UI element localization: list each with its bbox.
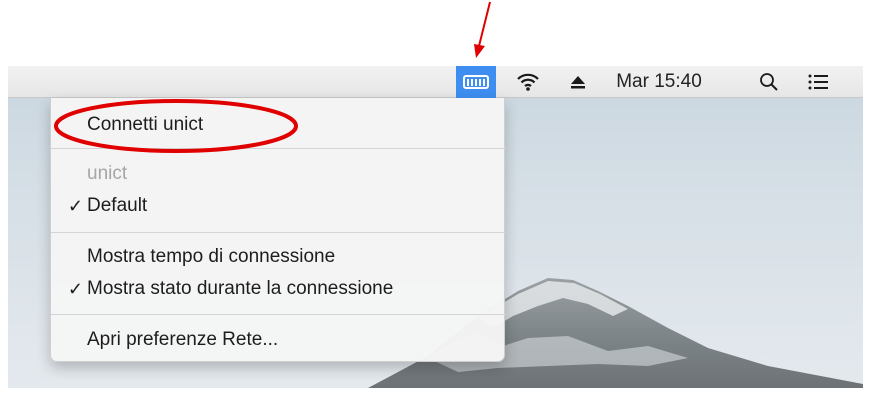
list-glyph <box>808 74 828 90</box>
menu-section-header-label: unict <box>87 163 128 184</box>
annotation-arrow <box>474 1 491 58</box>
eject-icon[interactable] <box>558 66 598 98</box>
spotlight-search-icon[interactable] <box>750 66 788 98</box>
menu-section-header: unict <box>51 157 506 191</box>
search-glyph <box>760 73 778 91</box>
eject-glyph <box>571 76 585 89</box>
menu-item-default-label: Default <box>87 195 148 216</box>
menu-bar: Mar 15:40 <box>8 66 863 98</box>
menu-item-show-time-label: Mostra tempo di connessione <box>87 246 336 267</box>
menu-item-show-status-label: Mostra stato durante la connessione <box>87 278 394 299</box>
menu-item-show-status[interactable]: ✓ Mostra stato durante la connessione <box>51 272 506 306</box>
menu-separator <box>51 232 506 233</box>
menu-item-open-network-prefs-label: Apri preferenze Rete... <box>87 329 279 350</box>
menu-item-open-network-prefs[interactable]: Apri preferenze Rete... <box>51 323 506 357</box>
menu-item-connect[interactable]: Connetti unict <box>51 108 506 142</box>
menubar-clock[interactable]: Mar 15:40 <box>604 66 714 98</box>
vpn-icon[interactable] <box>456 66 496 98</box>
vpn-status-box <box>463 75 489 89</box>
checkmark-icon: ✓ <box>67 278 83 299</box>
menu-item-show-time[interactable]: Mostra tempo di connessione <box>51 240 506 274</box>
checkmark-icon: ✓ <box>67 195 83 216</box>
wifi-icon[interactable] <box>508 66 548 98</box>
wifi-glyph <box>517 73 539 91</box>
vpn-dropdown-menu: Connetti unict unict ✓ Default Mostra te… <box>50 98 506 362</box>
menu-separator <box>51 314 506 315</box>
menu-item-connect-label: Connetti unict <box>87 114 204 135</box>
notification-list-icon[interactable] <box>798 66 838 98</box>
menu-item-default[interactable]: ✓ Default <box>51 189 506 223</box>
menu-separator <box>51 148 506 149</box>
